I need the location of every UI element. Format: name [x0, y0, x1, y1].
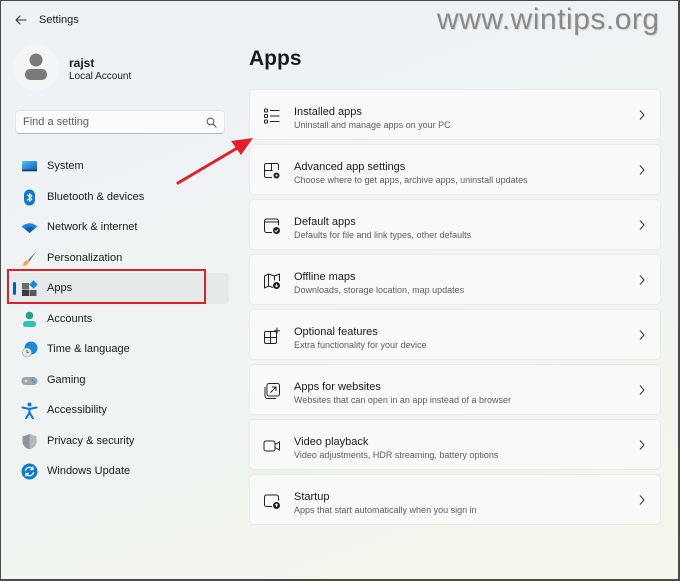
search-box[interactable] — [15, 110, 225, 134]
chevron-right-icon — [639, 275, 645, 285]
page-title: Apps — [249, 47, 302, 70]
avatar — [13, 44, 59, 90]
chevron-right-icon — [639, 330, 645, 340]
card-title: Video playback — [294, 436, 369, 448]
sidebar-item-label: Windows Update — [47, 465, 131, 478]
sidebar-item-label: Accounts — [47, 312, 93, 325]
card-optional-features[interactable]: Optional features Extra functionality fo… — [249, 309, 661, 360]
wifi-icon — [21, 223, 38, 233]
app-settings-icon — [264, 163, 280, 179]
gamepad-icon — [21, 376, 38, 385]
time-language-icon — [22, 341, 38, 358]
open-external-icon — [264, 383, 280, 399]
sidebar-item-system[interactable]: System — [9, 151, 229, 182]
settings-card-list: Installed apps Uninstall and manage apps… — [249, 89, 661, 529]
chevron-right-icon — [639, 110, 645, 120]
sidebar-item-label: Accessibility — [47, 404, 107, 417]
card-description: Websites that can open in an app instead… — [294, 395, 511, 405]
sidebar-item-label: Privacy & security — [47, 434, 135, 447]
card-description: Uninstall and manage apps on your PC — [294, 120, 451, 130]
sidebar-item-label: Time & language — [47, 343, 130, 356]
chevron-right-icon — [639, 220, 645, 230]
card-description: Defaults for file and link types, other … — [294, 230, 472, 240]
back-arrow-icon — [15, 15, 27, 25]
sidebar-item-privacy-security[interactable]: Privacy & security — [9, 426, 229, 457]
startup-icon — [264, 494, 280, 509]
sidebar-item-windows-update[interactable]: Windows Update — [9, 456, 229, 487]
card-title: Installed apps — [294, 106, 362, 118]
sidebar-item-label: System — [47, 160, 84, 173]
card-default-apps[interactable]: Default apps Defaults for file and link … — [249, 199, 661, 250]
account-type: Local Account — [69, 71, 132, 82]
card-startup[interactable]: Startup Apps that start automatically wh… — [249, 474, 661, 525]
chevron-right-icon — [639, 440, 645, 450]
card-title: Default apps — [294, 216, 356, 228]
back-button[interactable] — [13, 12, 29, 28]
sidebar-item-label: Personalization — [47, 251, 123, 264]
sidebar-item-gaming[interactable]: Gaming — [9, 365, 229, 396]
list-icon — [264, 108, 280, 124]
watermark: www.wintips.org — [437, 3, 660, 36]
user-name: rajst — [69, 56, 95, 70]
sidebar-item-apps[interactable]: Apps — [9, 273, 229, 304]
card-description: Extra functionality for your device — [294, 340, 427, 350]
card-advanced-app-settings[interactable]: Advanced app settings Choose where to ge… — [249, 144, 661, 195]
bluetooth-icon — [24, 189, 35, 205]
shield-icon — [22, 433, 37, 449]
card-video-playback[interactable]: Video playback Video adjustments, HDR st… — [249, 419, 661, 470]
sidebar-item-network-internet[interactable]: Network & internet — [9, 212, 229, 243]
active-indicator — [13, 282, 16, 295]
settings-window: Settings www.wintips.org rajst Local Acc… — [1, 1, 678, 579]
update-icon — [21, 463, 38, 480]
search-icon[interactable] — [206, 117, 217, 128]
chevron-right-icon — [639, 165, 645, 175]
sidebar-item-label: Bluetooth & devices — [47, 190, 145, 203]
card-description: Choose where to get apps, archive apps, … — [294, 175, 528, 185]
video-camera-icon — [263, 440, 280, 452]
card-title: Optional features — [294, 326, 378, 338]
app-title: Settings — [39, 14, 79, 26]
sidebar-nav: System Bluetooth & devices Network & int… — [9, 151, 229, 487]
sidebar-item-accounts[interactable]: Accounts — [9, 304, 229, 335]
card-description: Downloads, storage location, map updates — [294, 285, 465, 295]
default-apps-icon — [264, 218, 280, 234]
card-title: Apps for websites — [294, 381, 381, 393]
apps-icon — [22, 280, 38, 296]
brush-icon — [22, 250, 37, 266]
card-installed-apps[interactable]: Installed apps Uninstall and manage apps… — [249, 89, 661, 140]
accessibility-icon — [21, 402, 38, 419]
sidebar-item-label: Network & internet — [47, 221, 138, 234]
title-bar: Settings www.wintips.org — [1, 1, 678, 39]
sidebar-item-time-language[interactable]: Time & language — [9, 334, 229, 365]
sidebar-item-label: Gaming — [47, 373, 86, 386]
sidebar-item-personalization[interactable]: Personalization — [9, 243, 229, 274]
card-title: Startup — [294, 491, 330, 503]
map-icon — [264, 273, 280, 289]
card-title: Advanced app settings — [294, 161, 406, 173]
sidebar-item-bluetooth-devices[interactable]: Bluetooth & devices — [9, 182, 229, 213]
card-offline-maps[interactable]: Offline maps Downloads, storage location… — [249, 254, 661, 305]
chevron-right-icon — [639, 385, 645, 395]
chevron-right-icon — [639, 495, 645, 505]
card-description: Video adjustments, HDR streaming, batter… — [294, 450, 499, 460]
search-input[interactable] — [16, 111, 196, 133]
system-icon — [22, 161, 37, 172]
sidebar-item-accessibility[interactable]: Accessibility — [9, 395, 229, 426]
sidebar-item-label: Apps — [47, 282, 73, 295]
accounts-icon — [23, 311, 36, 327]
optional-features-icon — [264, 327, 280, 344]
card-description: Apps that start automatically when you s… — [294, 505, 477, 515]
user-icon — [25, 53, 47, 80]
card-apps-for-websites[interactable]: Apps for websites Websites that can open… — [249, 364, 661, 415]
card-title: Offline maps — [294, 271, 356, 283]
